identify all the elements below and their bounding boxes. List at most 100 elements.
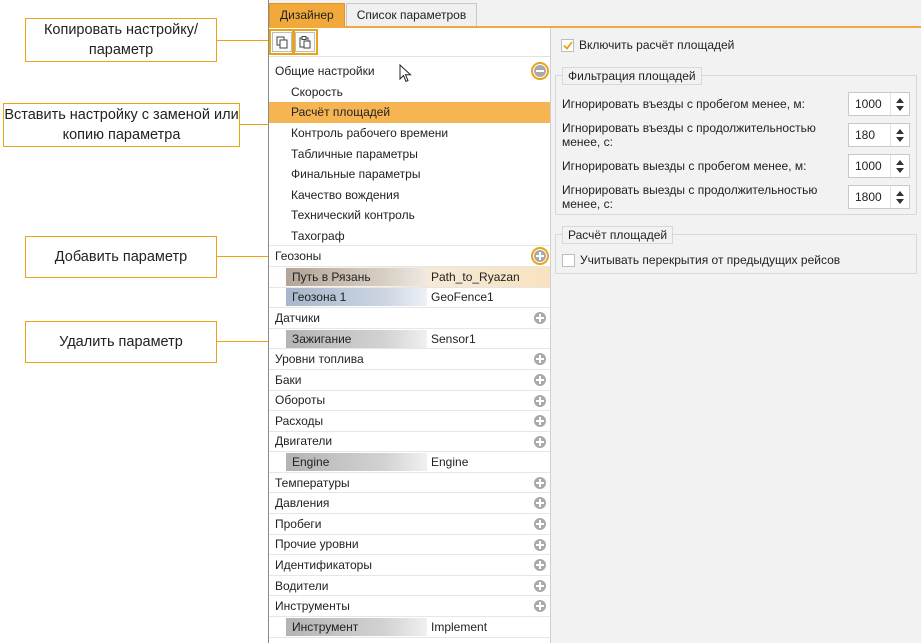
filter-row: Игнорировать выезды с пробегом менее, м:… bbox=[562, 154, 910, 178]
add-parameter-icon[interactable] bbox=[534, 353, 546, 366]
tree-item-label: Расчёт площадей bbox=[291, 105, 391, 120]
stepper-arrows[interactable] bbox=[890, 93, 909, 115]
param-name: Путь в Рязань bbox=[286, 267, 427, 286]
stepper-value[interactable]: 1000 bbox=[849, 159, 890, 173]
copy-button[interactable] bbox=[269, 29, 295, 55]
stepper-value[interactable]: 180 bbox=[849, 128, 890, 142]
settings-tree: Общие настройки Скорость Расчёт площадей… bbox=[269, 61, 550, 638]
param-row[interactable]: Путь в Рязань Path_to_Ryazan bbox=[269, 62, 550, 288]
add-parameter-icon[interactable] bbox=[531, 247, 549, 266]
paste-icon bbox=[299, 35, 311, 48]
min-entry-duration-stepper[interactable]: 180 bbox=[848, 123, 910, 147]
add-parameter-icon[interactable] bbox=[534, 476, 546, 489]
tree-item-rpm[interactable]: Обороты bbox=[269, 391, 550, 412]
stepper-arrows[interactable] bbox=[890, 124, 909, 146]
add-parameter-icon[interactable] bbox=[534, 435, 546, 448]
tree-item-tech-control[interactable]: Технический контроль bbox=[269, 205, 550, 226]
add-parameter-icon[interactable] bbox=[534, 538, 546, 551]
tree-item-speed[interactable]: Скорость bbox=[269, 82, 550, 103]
overlap-checkbox[interactable]: Учитывать перекрытия от предыдущих рейсо… bbox=[562, 253, 840, 267]
tree-item-sensors[interactable]: Датчики bbox=[269, 308, 550, 329]
min-exit-distance-stepper[interactable]: 1000 bbox=[848, 154, 910, 178]
param-row[interactable]: Зажигание Sensor1 bbox=[269, 329, 550, 350]
param-row[interactable]: Инструмент Implement bbox=[269, 617, 550, 638]
tree-item-identifiers[interactable]: Идентификаторы bbox=[269, 555, 550, 576]
arrow-down-icon[interactable] bbox=[896, 136, 904, 142]
tab-parameter-list[interactable]: Список параметров bbox=[345, 3, 478, 26]
tree-item-label: Идентификаторы bbox=[275, 558, 372, 573]
min-exit-duration-stepper[interactable]: 1800 bbox=[848, 185, 910, 209]
add-parameter-icon[interactable] bbox=[534, 373, 546, 386]
arrow-up-icon[interactable] bbox=[896, 128, 904, 134]
tree-item-engines[interactable]: Двигатели bbox=[269, 432, 550, 453]
tree-item-drivers[interactable]: Водители bbox=[269, 576, 550, 597]
tree-item-fuel-levels[interactable]: Уровни топлива bbox=[269, 349, 550, 370]
add-parameter-icon[interactable] bbox=[534, 415, 546, 428]
tree-item-mileage[interactable]: Пробеги bbox=[269, 514, 550, 535]
tree-item-geozones[interactable]: Геозоны bbox=[269, 246, 550, 267]
add-parameter-icon[interactable] bbox=[534, 497, 546, 510]
tree-item-work-time[interactable]: Контроль рабочего времени bbox=[269, 123, 550, 144]
tree-item-other-levels[interactable]: Прочие уровни bbox=[269, 535, 550, 556]
param-name: Геозона 1 bbox=[286, 288, 427, 307]
tree-item-tachograph[interactable]: Тахограф bbox=[269, 226, 550, 247]
filter-label: Игнорировать въезды с пробегом менее, м: bbox=[562, 97, 805, 111]
checkbox-label: Включить расчёт площадей bbox=[579, 38, 735, 52]
stepper-arrows[interactable] bbox=[890, 155, 909, 177]
tab-designer[interactable]: Дизайнер bbox=[269, 3, 345, 26]
checkbox-box[interactable] bbox=[561, 38, 574, 52]
add-parameter-icon[interactable] bbox=[534, 394, 546, 407]
filter-row: Игнорировать въезды с продолжительностью… bbox=[562, 121, 910, 149]
copy-icon bbox=[276, 36, 288, 48]
add-parameter-icon[interactable] bbox=[534, 518, 546, 531]
enable-area-calc-checkbox[interactable]: Включить расчёт площадей bbox=[561, 38, 734, 52]
arrow-up-icon[interactable] bbox=[896, 159, 904, 165]
arrow-up-icon[interactable] bbox=[896, 190, 904, 196]
add-parameter-icon[interactable] bbox=[534, 600, 546, 613]
tree-item-label: Финальные параметры bbox=[291, 167, 421, 182]
stepper-value[interactable]: 1800 bbox=[849, 190, 890, 204]
tree-item-temperatures[interactable]: Температуры bbox=[269, 473, 550, 494]
arrow-up-icon[interactable] bbox=[896, 97, 904, 103]
filter-label: Игнорировать въезды с продолжительностью… bbox=[562, 121, 816, 149]
tree-item-final-params[interactable]: Финальные параметры bbox=[269, 164, 550, 185]
add-parameter-icon[interactable] bbox=[534, 312, 546, 325]
stepper-arrows[interactable] bbox=[890, 186, 909, 208]
tree-item-label: Контроль рабочего времени bbox=[291, 126, 449, 141]
tree-item-label: Водители bbox=[275, 578, 329, 593]
callout-copy-line bbox=[217, 40, 270, 41]
tree-item-label: Датчики bbox=[275, 310, 320, 325]
tree-item-label: Табличные параметры bbox=[291, 146, 418, 161]
arrow-down-icon[interactable] bbox=[896, 167, 904, 173]
checkbox-box[interactable] bbox=[562, 253, 575, 267]
param-row[interactable]: Геозона 1 GeoFence1 bbox=[269, 288, 550, 309]
remove-parameter-icon[interactable] bbox=[531, 62, 549, 80]
callout-paste: Вставить настройку с заменой или копию п… bbox=[3, 103, 240, 147]
tree-item-tools[interactable]: Инструменты bbox=[269, 596, 550, 618]
mouse-cursor-icon bbox=[399, 64, 412, 83]
tree-item-consumption[interactable]: Расходы bbox=[269, 411, 550, 432]
arrow-down-icon[interactable] bbox=[896, 198, 904, 204]
tree-item-label: Качество вождения bbox=[291, 187, 400, 202]
param-value: Path_to_Ryazan bbox=[431, 269, 520, 284]
tree-item-pressures[interactable]: Давления bbox=[269, 493, 550, 515]
tree-item-label: Температуры bbox=[275, 475, 350, 490]
tree-item-label: Технический контроль bbox=[291, 208, 415, 223]
tree-item-driving-quality[interactable]: Качество вождения bbox=[269, 185, 550, 206]
tree-item-area-calc[interactable]: Расчёт площадей bbox=[269, 102, 550, 123]
callout-add: Добавить параметр bbox=[25, 236, 217, 278]
tree-item-tanks[interactable]: Баки bbox=[269, 370, 550, 391]
min-entry-distance-stepper[interactable]: 1000 bbox=[848, 92, 910, 116]
tree-toolbar bbox=[269, 28, 550, 57]
arrow-down-icon[interactable] bbox=[896, 105, 904, 111]
param-row[interactable]: Engine Engine bbox=[269, 452, 550, 473]
group-title: Расчёт площадей bbox=[562, 226, 674, 244]
stepper-value[interactable]: 1000 bbox=[849, 97, 890, 111]
tree-item-table-params[interactable]: Табличные параметры bbox=[269, 143, 550, 164]
tree-item-label: Баки bbox=[275, 372, 302, 387]
add-parameter-icon[interactable] bbox=[534, 579, 546, 592]
tree-item-label: Тахограф bbox=[291, 228, 345, 243]
add-parameter-icon[interactable] bbox=[534, 559, 546, 572]
paste-button[interactable] bbox=[292, 29, 318, 55]
param-value: Sensor1 bbox=[431, 331, 476, 346]
